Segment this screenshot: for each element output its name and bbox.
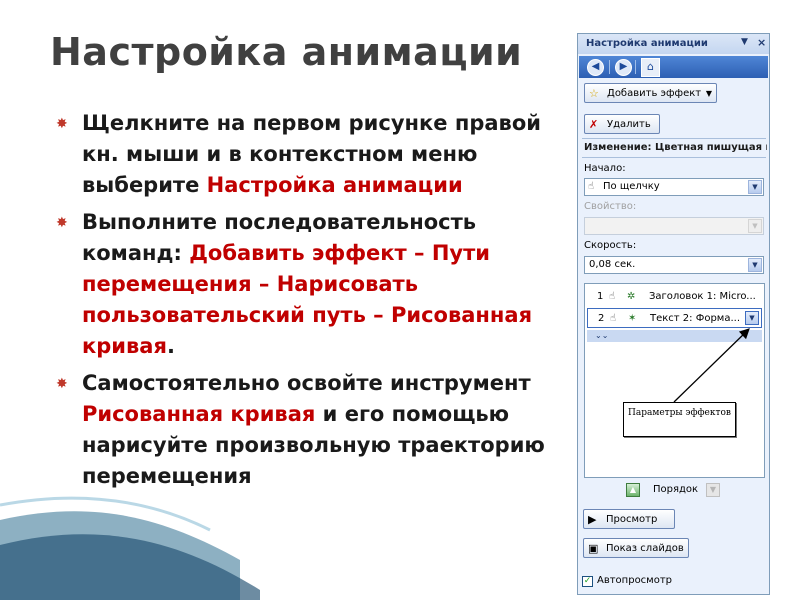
pane-menu-icon[interactable]: ▼ — [741, 37, 748, 47]
property-select: ▼ — [584, 217, 764, 235]
change-label: Изменение: Цветная пишущая м — [584, 142, 767, 153]
divider — [582, 138, 766, 139]
highlighted-text: Настройка анимации — [206, 173, 463, 197]
divider — [582, 157, 766, 158]
speed-label: Скорость: — [584, 240, 637, 251]
pane-nav-bar: ◀ ▶ ⌂ — [579, 56, 768, 78]
start-value: По щелчку — [603, 181, 660, 192]
chevron-down-icon: ▼ — [705, 89, 712, 98]
mouse-icon: ☝ — [588, 181, 595, 192]
nav-divider — [609, 60, 610, 74]
chevron-down-icon[interactable]: ▼ — [745, 311, 759, 325]
slideshow-label: Показ слайдов — [606, 543, 684, 554]
start-label: Начало: — [584, 163, 626, 174]
chevron-down-icon[interactable]: ▼ — [748, 180, 762, 194]
add-effect-label: Добавить эффект — [607, 88, 702, 99]
effect-star-icon: ✲ — [627, 291, 636, 302]
order-label: Порядок — [653, 484, 699, 495]
property-label: Свойство: — [584, 201, 637, 212]
pane-title-bar: Настройка анимации ▼ × — [578, 34, 769, 54]
effect-number: 2 — [598, 313, 605, 324]
mouse-icon: ☝ — [609, 291, 616, 302]
highlighted-text: Рисованная кривая — [82, 402, 316, 426]
bullet-list: ✸ Щелкните на первом рисунке правой кн. м… — [56, 108, 556, 498]
nav-divider — [635, 60, 636, 74]
effect-item-2[interactable]: 2 ☝ ✶ Текст 2: Форма... ▼ — [587, 308, 762, 328]
move-down-icon: ▼ — [706, 483, 720, 497]
bullet-text: . — [166, 334, 175, 358]
effect-label: Текст 2: Форма... — [650, 313, 740, 324]
bullet-marker-icon: ✸ — [56, 376, 68, 392]
mouse-icon: ☝ — [610, 313, 617, 324]
bullet-text: Самостоятельно освойте инструмент — [82, 371, 531, 395]
effects-list[interactable]: 1 ☝ ✲ Заголовок 1: Micro... 2 ☝ ✶ Текст … — [584, 283, 765, 478]
effect-item-1[interactable]: 1 ☝ ✲ Заголовок 1: Micro... — [587, 287, 762, 307]
slideshow-icon: ▣ — [588, 542, 599, 555]
expand-icon[interactable]: ⌄⌄ — [587, 330, 762, 342]
effect-number: 1 — [597, 291, 604, 302]
autopreview-checkbox[interactable]: ✓ — [582, 576, 593, 587]
bullet-marker-icon: ✸ — [56, 116, 68, 132]
add-effect-button[interactable]: ☆ Добавить эффект ▼ — [584, 83, 717, 103]
back-icon[interactable]: ◀ — [587, 59, 604, 76]
delete-icon: ✗ — [589, 118, 599, 131]
play-icon: ▶ — [588, 513, 597, 526]
slideshow-button[interactable]: ▣ Показ слайдов — [583, 538, 689, 558]
effect-label: Заголовок 1: Micro... — [649, 291, 756, 302]
speed-select[interactable]: 0,08 сек. ▼ — [584, 256, 764, 274]
chevron-down-icon: ▼ — [748, 219, 762, 233]
bullet-item: ✸ Щелкните на первом рисунке правой кн. м… — [56, 108, 556, 201]
close-icon[interactable]: × — [757, 36, 766, 49]
start-select[interactable]: ☝ По щелчку ▼ — [584, 178, 764, 196]
star-icon: ☆ — [589, 87, 599, 100]
bullet-item: ✸ Выполните последовательность команд: До… — [56, 207, 556, 362]
chevron-down-icon[interactable]: ▼ — [748, 258, 762, 272]
speed-value: 0,08 сек. — [589, 259, 636, 270]
check-icon: ✓ — [583, 576, 592, 586]
autopreview-label: Автопросмотр — [597, 575, 673, 586]
preview-button[interactable]: ▶ Просмотр — [583, 509, 675, 529]
preview-label: Просмотр — [606, 514, 658, 525]
forward-icon[interactable]: ▶ — [615, 59, 632, 76]
home-icon[interactable]: ⌂ — [641, 58, 660, 77]
motion-path-icon: ✶ — [628, 313, 637, 324]
delete-label: Удалить — [607, 119, 651, 130]
move-up-icon[interactable]: ▲ — [626, 483, 640, 497]
slide-title: Настройка анимации — [50, 30, 523, 74]
effect-options-callout: Параметры эффектов — [623, 402, 736, 437]
bullet-marker-icon: ✸ — [56, 215, 68, 231]
delete-button[interactable]: ✗ Удалить — [584, 114, 660, 134]
bullet-item: ✸ Самостоятельно освойте инструмент Рисов… — [56, 368, 556, 492]
pane-title: Настройка анимации — [586, 38, 708, 49]
